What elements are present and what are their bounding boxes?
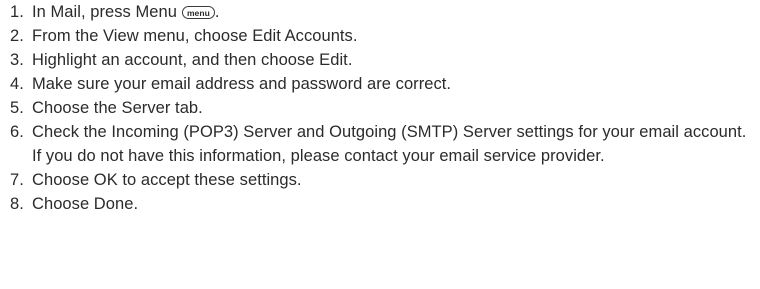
step-1: 1. In Mail, press Menu menu. [10, 0, 755, 24]
step-number: 8. [10, 195, 24, 213]
step-number: 4. [10, 75, 24, 93]
step-7: 7. Choose OK to accept these settings. [10, 168, 755, 192]
step-4: 4. Make sure your email address and pass… [10, 72, 755, 96]
step-text: From the View menu, choose Edit Accounts… [32, 27, 358, 45]
step-number: 1. [10, 3, 24, 21]
step-text: In Mail, press Menu menu. [32, 0, 755, 24]
step-number: 7. [10, 171, 24, 189]
step-text: Choose OK to accept these settings. [32, 171, 302, 189]
step-number: 3. [10, 51, 24, 69]
step-3: 3. Highlight an account, and then choose… [10, 48, 755, 72]
step-8: 8. Choose Done. [10, 192, 755, 216]
step-text-main: In Mail, press Menu [32, 3, 177, 21]
step-6: 6. Check the Incoming (POP3) Server and … [10, 120, 755, 168]
menu-key-icon: menu [181, 6, 215, 19]
step-number: 5. [10, 99, 24, 117]
step-text: Make sure your email address and passwor… [32, 75, 452, 93]
step-text: Check the Incoming (POP3) Server and Out… [32, 123, 747, 165]
step-text: Highlight an account, and then choose Ed… [32, 51, 353, 69]
step-number: 6. [10, 123, 24, 141]
step-text: Choose the Server tab. [32, 99, 203, 117]
instruction-steps: 1. In Mail, press Menu menu. 2. From the … [10, 0, 755, 216]
step-text-suffix: . [214, 3, 220, 21]
step-5: 5. Choose the Server tab. [10, 96, 755, 120]
step-number: 2. [10, 27, 24, 45]
step-text: Choose Done. [32, 195, 139, 213]
step-2: 2. From the View menu, choose Edit Accou… [10, 24, 755, 48]
